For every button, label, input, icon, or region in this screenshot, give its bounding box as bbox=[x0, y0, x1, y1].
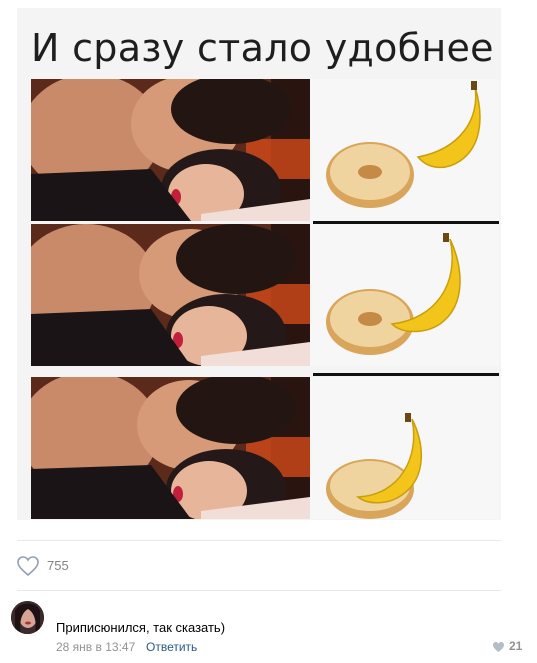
like-button[interactable] bbox=[16, 555, 40, 577]
like-count: 755 bbox=[47, 558, 69, 573]
couple-photo bbox=[31, 377, 310, 519]
heart-filled-icon bbox=[493, 642, 504, 652]
food-illustration bbox=[310, 79, 499, 221]
couple-photo bbox=[31, 224, 310, 366]
meme-panel-3 bbox=[31, 377, 499, 519]
separator bbox=[17, 590, 501, 591]
panel-divider bbox=[313, 373, 499, 376]
food-illustration bbox=[310, 377, 499, 519]
couple-photo bbox=[31, 79, 310, 221]
separator bbox=[17, 540, 501, 541]
comment-text: Приписюнился, так сказать) bbox=[56, 620, 226, 635]
meme-title: И сразу стало удобнее bbox=[31, 26, 494, 70]
meme-panel-1 bbox=[31, 79, 499, 221]
comment-like-button[interactable] bbox=[492, 640, 505, 652]
post-image[interactable]: И сразу стало удобнее bbox=[17, 8, 501, 520]
reply-link[interactable]: Ответить bbox=[146, 640, 197, 654]
avatar[interactable] bbox=[11, 601, 44, 634]
comment-date[interactable]: 28 янв в 13:47 bbox=[56, 640, 135, 654]
banana-icon bbox=[416, 81, 481, 169]
panel-divider bbox=[313, 221, 499, 224]
food-illustration bbox=[310, 224, 499, 366]
meme-panel-2 bbox=[31, 224, 499, 366]
donut-icon bbox=[326, 142, 414, 208]
heart-outline-icon bbox=[17, 556, 39, 577]
comment-like-count: 21 bbox=[509, 639, 523, 653]
